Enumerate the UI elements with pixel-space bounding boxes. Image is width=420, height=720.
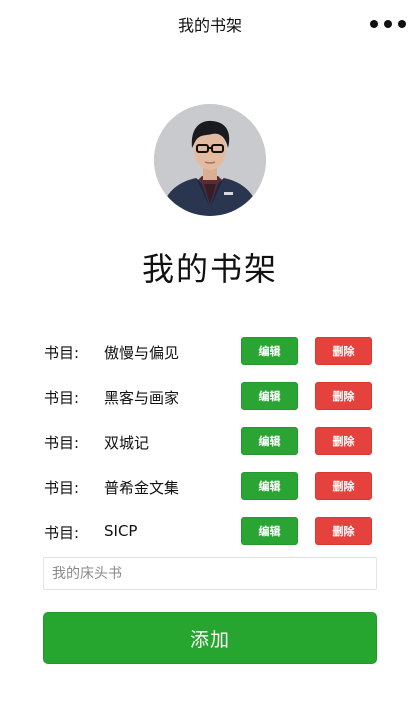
bookshelf-page: 我的书架 我的书架 书目: 傲慢与偏见 编辑 删除 书目: 黑客与画家 编辑 删… xyxy=(0,0,420,720)
more-dot xyxy=(398,20,406,28)
edit-button[interactable]: 编辑 xyxy=(241,427,298,455)
book-title: 傲慢与偏见 xyxy=(104,344,180,362)
book-title: 双城记 xyxy=(104,434,150,452)
book-label: 书目: xyxy=(44,344,80,362)
book-title: 普希金文集 xyxy=(104,479,180,497)
delete-button[interactable]: 删除 xyxy=(315,382,372,410)
add-button[interactable]: 添加 xyxy=(43,612,377,664)
edit-button[interactable]: 编辑 xyxy=(241,517,298,545)
book-row: 书目: 傲慢与偏见 编辑 删除 xyxy=(0,332,420,377)
book-row: 书目: 黑客与画家 编辑 删除 xyxy=(0,377,420,422)
more-dot xyxy=(384,20,392,28)
delete-button[interactable]: 删除 xyxy=(315,337,372,365)
edit-button[interactable]: 编辑 xyxy=(241,382,298,410)
book-label: 书目: xyxy=(44,479,80,497)
book-list: 书目: 傲慢与偏见 编辑 删除 书目: 黑客与画家 编辑 删除 书目: 双城记 … xyxy=(0,332,420,557)
delete-button[interactable]: 删除 xyxy=(315,517,372,545)
more-icon[interactable] xyxy=(370,17,406,31)
book-row: 书目: SICP 编辑 删除 xyxy=(0,512,420,557)
delete-button[interactable]: 删除 xyxy=(315,472,372,500)
more-dot xyxy=(370,20,378,28)
book-title: SICP xyxy=(104,522,138,540)
book-label: 书目: xyxy=(44,389,80,407)
page-title: 我的书架 xyxy=(141,250,278,288)
nav-title: 我的书架 xyxy=(177,16,242,35)
book-row: 书目: 普希金文集 编辑 删除 xyxy=(0,467,420,512)
nav-bar: 我的书架 xyxy=(0,0,420,48)
new-book-input[interactable] xyxy=(43,557,377,590)
book-label: 书目: xyxy=(44,434,80,452)
edit-button[interactable]: 编辑 xyxy=(241,337,298,365)
delete-button[interactable]: 删除 xyxy=(315,427,372,455)
edit-button[interactable]: 编辑 xyxy=(241,472,298,500)
book-label: 书目: xyxy=(44,524,80,542)
book-row: 书目: 双城记 编辑 删除 xyxy=(0,422,420,467)
avatar xyxy=(154,104,266,216)
book-title: 黑客与画家 xyxy=(104,389,180,407)
